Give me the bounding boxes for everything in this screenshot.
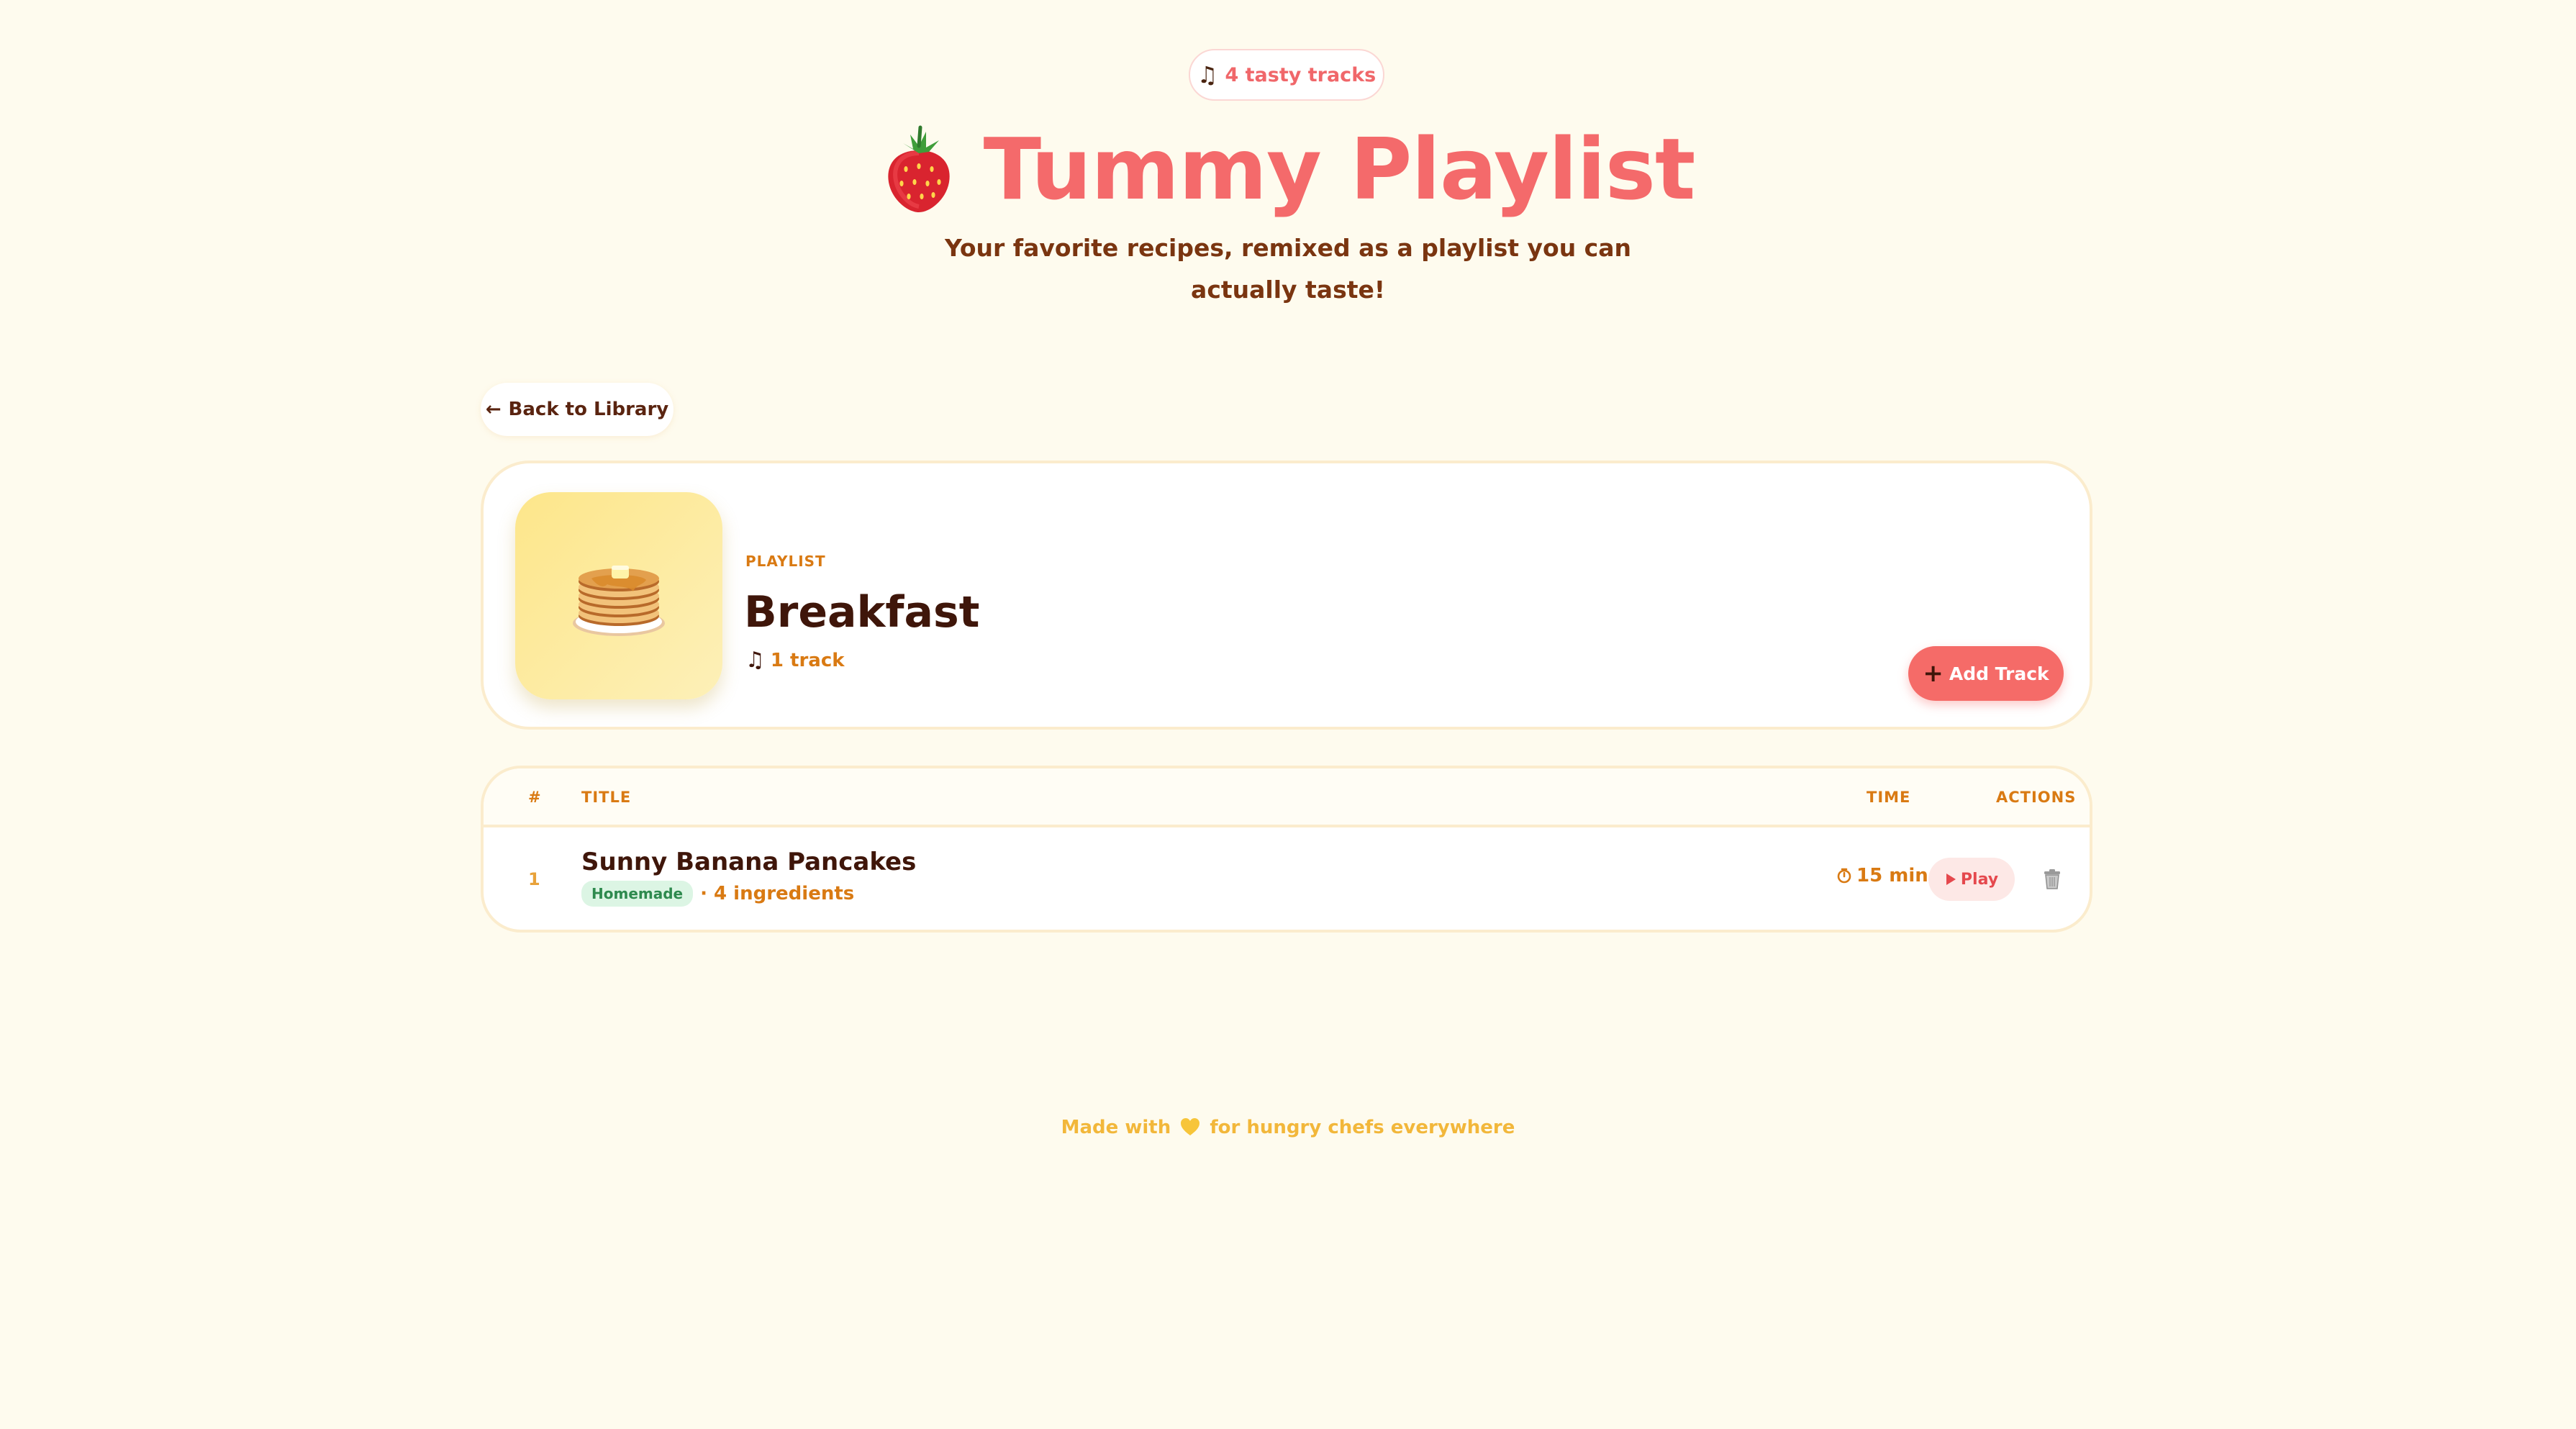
track-number: 1 — [528, 869, 540, 889]
strawberry-icon — [887, 125, 950, 212]
column-number: # — [528, 789, 542, 806]
plus-icon: + — [1923, 659, 1944, 688]
app-title-row: Tummy Playlist — [0, 108, 2576, 230]
track-time-label: 15 min — [1856, 865, 1928, 886]
column-title: TITLE — [581, 789, 632, 806]
track-meta: Homemade · 4 ingredients — [581, 881, 854, 907]
table-header: # TITLE TIME ACTIONS — [484, 768, 2090, 827]
add-track-button[interactable]: + Add Track — [1908, 646, 2064, 701]
track-count-pill: ♫ 4 tasty tracks — [1189, 49, 1384, 101]
playlist-card: PLAYLIST Breakfast ♫ 1 track + Add Track — [481, 461, 2092, 730]
timer-icon — [1837, 868, 1851, 884]
track-count-label: 4 tasty tracks — [1225, 63, 1377, 86]
back-label: Back to Library — [508, 399, 669, 420]
trash-icon — [2044, 869, 2060, 889]
playlist-track-count-label: 1 track — [770, 649, 845, 671]
ingredient-count: · 4 ingredients — [700, 883, 855, 904]
app-title: Tummy Playlist — [983, 119, 1696, 219]
yellow-heart-icon — [1181, 1118, 1200, 1135]
playlist-name: Breakfast — [744, 587, 980, 638]
column-actions: ACTIONS — [1996, 789, 2077, 806]
play-icon — [1946, 874, 1956, 885]
track-time: 15 min — [1836, 865, 1928, 886]
app-subtitle: Your favorite recipes, remixed as a play… — [944, 234, 1632, 304]
playlist-cover — [515, 492, 722, 699]
delete-track-button[interactable] — [2031, 858, 2074, 901]
track-title[interactable]: Sunny Banana Pancakes — [581, 848, 916, 876]
playlist-kind-label: PLAYLIST — [745, 553, 826, 570]
arrow-left-icon: ← — [485, 399, 502, 420]
music-note-icon: ♫ — [745, 648, 765, 673]
footer-text-before: Made with — [1061, 1117, 1171, 1138]
playlist-track-count: ♫ 1 track — [745, 648, 845, 673]
add-track-label: Add Track — [1949, 663, 2049, 684]
app-page: ♫ 4 tasty tracks Tummy Playlist Your fav… — [0, 0, 2576, 1429]
back-to-library-button[interactable]: ← Back to Library — [481, 383, 674, 436]
footer: Made with for hungry chefs everywhere — [0, 1117, 2576, 1138]
play-button[interactable]: Play — [1928, 858, 2015, 901]
column-time: TIME — [1867, 789, 1911, 806]
track-table: # TITLE TIME ACTIONS 1 Sunny Banana Panc… — [481, 766, 2092, 933]
pancakes-icon — [573, 566, 665, 636]
footer-text-after: for hungry chefs everywhere — [1210, 1117, 1515, 1138]
music-note-icon: ♫ — [1197, 61, 1218, 89]
play-label: Play — [1960, 870, 1999, 889]
homemade-badge: Homemade — [581, 881, 694, 907]
